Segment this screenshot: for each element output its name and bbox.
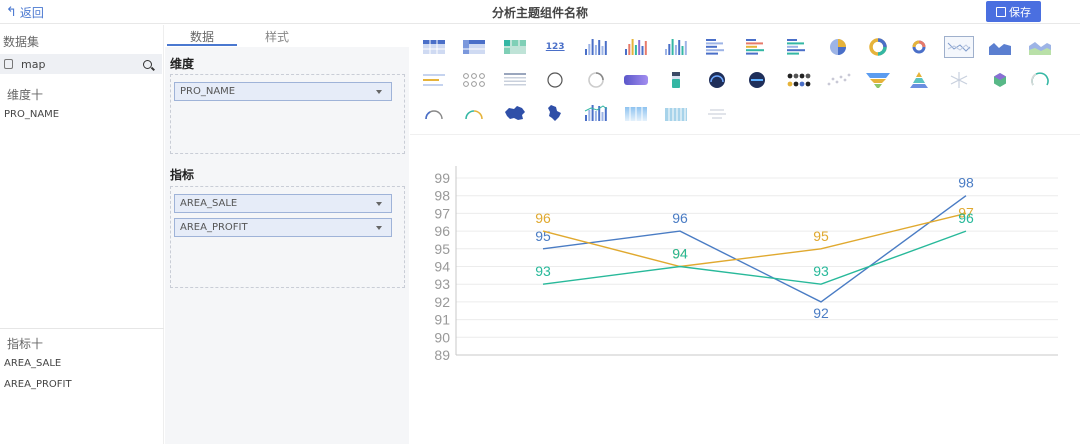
grouped-bar-chart-icon[interactable] bbox=[661, 36, 691, 58]
summary-table-icon[interactable] bbox=[459, 36, 489, 58]
data-label: 94 bbox=[672, 246, 688, 262]
data-label: 93 bbox=[813, 263, 829, 279]
arc-progress-icon[interactable] bbox=[581, 69, 611, 91]
divider bbox=[0, 328, 164, 329]
pyramid-icon[interactable] bbox=[904, 69, 934, 91]
number-card-icon[interactable]: 123 bbox=[540, 36, 570, 58]
y-tick-label: 89 bbox=[434, 347, 450, 363]
y-tick-label: 98 bbox=[434, 188, 450, 204]
y-tick-label: 91 bbox=[434, 312, 450, 328]
save-button[interactable]: 保存 bbox=[986, 1, 1041, 22]
chevron-down-icon bbox=[376, 226, 382, 230]
data-label: 92 bbox=[813, 305, 829, 321]
tab-style[interactable]: 样式 bbox=[265, 28, 289, 45]
bar-line-combo-icon[interactable] bbox=[581, 102, 611, 124]
chevron-down-icon bbox=[376, 90, 382, 94]
data-label: 93 bbox=[535, 263, 551, 279]
y-tick-label: 92 bbox=[434, 294, 450, 310]
dataset-name: map bbox=[21, 57, 46, 71]
line-chart: 8990919293949596979899959692989694959793… bbox=[434, 166, 1058, 363]
horizontal-grouped-bar-icon[interactable] bbox=[783, 36, 813, 58]
province-map-icon[interactable] bbox=[540, 102, 570, 124]
chevron-down-icon bbox=[376, 202, 382, 206]
dimension-select-value: PRO_NAME bbox=[180, 86, 236, 97]
hexagon-icon[interactable] bbox=[985, 69, 1015, 91]
save-label: 保存 bbox=[1009, 5, 1031, 19]
semi-gauge-color-icon[interactable] bbox=[459, 102, 489, 124]
metric-select-area-sale[interactable]: AREA_SALE bbox=[174, 194, 392, 213]
database-icon bbox=[4, 59, 13, 69]
watermark-icon[interactable] bbox=[702, 102, 732, 124]
rose-donut-icon[interactable] bbox=[904, 36, 934, 58]
dataset-title: 数据集 bbox=[3, 35, 40, 49]
list-icon[interactable] bbox=[419, 69, 449, 91]
metric-select-value: AREA_SALE bbox=[180, 198, 238, 209]
dimension-field-pro-name[interactable]: PRO_NAME bbox=[4, 109, 59, 120]
config-panel: 数据 样式 维度 PRO_NAME 指标 AREA_SALE AREA_PROF… bbox=[165, 25, 409, 444]
data-label: 96 bbox=[958, 210, 974, 226]
china-map-icon[interactable] bbox=[500, 102, 530, 124]
data-label: 95 bbox=[535, 228, 551, 244]
dataset-panel: 数据集 map 维度十 PRO_NAME 指标十 AREA_SALE AREA_… bbox=[0, 25, 164, 444]
pivot-table-icon[interactable] bbox=[500, 36, 530, 58]
metric-field-area-profit[interactable]: AREA_PROFIT bbox=[4, 379, 72, 390]
dot-matrix-icon[interactable] bbox=[783, 69, 813, 91]
metric-select-value: AREA_PROFIT bbox=[180, 222, 248, 233]
table-icon[interactable] bbox=[419, 36, 449, 58]
dimension-section-title[interactable]: 维度十 bbox=[7, 86, 43, 103]
data-label: 96 bbox=[672, 210, 688, 226]
y-tick-label: 96 bbox=[434, 223, 450, 239]
y-tick-label: 95 bbox=[434, 241, 450, 257]
liquid-fill-icon[interactable] bbox=[661, 69, 691, 91]
scatter-icon[interactable] bbox=[823, 69, 853, 91]
data-label: 98 bbox=[958, 175, 974, 191]
gradient-column-icon[interactable] bbox=[621, 102, 651, 124]
ring-gauge-icon[interactable] bbox=[1025, 69, 1055, 91]
dark-gauge-2-icon[interactable] bbox=[742, 69, 772, 91]
bar-chart-icon[interactable] bbox=[581, 36, 611, 58]
tab-data[interactable]: 数据 bbox=[190, 28, 214, 45]
column-combo-icon[interactable] bbox=[661, 102, 691, 124]
stacked-area-icon[interactable] bbox=[1025, 36, 1055, 58]
metric-section-title[interactable]: 指标十 bbox=[7, 335, 43, 352]
dark-gauge-icon[interactable] bbox=[702, 69, 732, 91]
metric-group-title: 指标 bbox=[170, 168, 195, 182]
metric-select-area-profit[interactable]: AREA_PROFIT bbox=[174, 218, 392, 237]
active-tab-indicator bbox=[167, 44, 237, 46]
dataset-item[interactable]: map bbox=[0, 54, 162, 74]
multi-circle-icon[interactable] bbox=[459, 69, 489, 91]
page-title: 分析主题组件名称 bbox=[491, 6, 588, 20]
y-tick-label: 94 bbox=[434, 259, 450, 275]
y-tick-label: 97 bbox=[434, 205, 450, 221]
chart-type-gallery: 123 bbox=[410, 25, 1080, 135]
metric-field-area-sale[interactable]: AREA_SALE bbox=[4, 358, 61, 369]
search-icon[interactable] bbox=[143, 59, 152, 69]
y-tick-label: 90 bbox=[434, 329, 450, 345]
canvas-area: 123 89 90 91 92 93 94 95 96 97 98 99 95 96 92 98 96 94 95… bbox=[410, 25, 1080, 444]
donut-chart-icon[interactable] bbox=[863, 36, 893, 58]
line-chart-icon[interactable] bbox=[944, 36, 975, 58]
save-disk-icon bbox=[996, 6, 1006, 17]
data-label: 95 bbox=[813, 228, 829, 244]
top-bar: ↰ 返回 分析主题组件名称 保存 bbox=[0, 0, 1080, 24]
text-table-icon[interactable] bbox=[500, 69, 530, 91]
funnel-icon[interactable] bbox=[863, 69, 893, 91]
config-tabs: 数据 样式 bbox=[165, 25, 409, 47]
snowflake-icon[interactable] bbox=[944, 69, 974, 91]
stacked-horizontal-bar-icon[interactable] bbox=[742, 36, 772, 58]
y-tick-label: 99 bbox=[434, 170, 450, 186]
data-label: 96 bbox=[535, 210, 551, 226]
y-tick-label: 93 bbox=[434, 276, 450, 292]
pie-chart-icon[interactable] bbox=[823, 36, 853, 58]
gradient-bar-icon[interactable] bbox=[621, 69, 651, 91]
chart-preview: 89 90 91 92 93 94 95 96 97 98 99 95 96 92 98 96 94 95 97 93… bbox=[410, 143, 1080, 444]
semi-gauge-icon[interactable] bbox=[419, 102, 449, 124]
dimension-select-pro-name[interactable]: PRO_NAME bbox=[174, 82, 392, 101]
ring-progress-icon[interactable] bbox=[540, 69, 570, 91]
horizontal-bar-icon[interactable] bbox=[702, 36, 732, 58]
area-chart-icon[interactable] bbox=[985, 36, 1015, 58]
dimension-group-title: 维度 bbox=[170, 57, 195, 71]
colored-bar-chart-icon[interactable] bbox=[621, 36, 651, 58]
